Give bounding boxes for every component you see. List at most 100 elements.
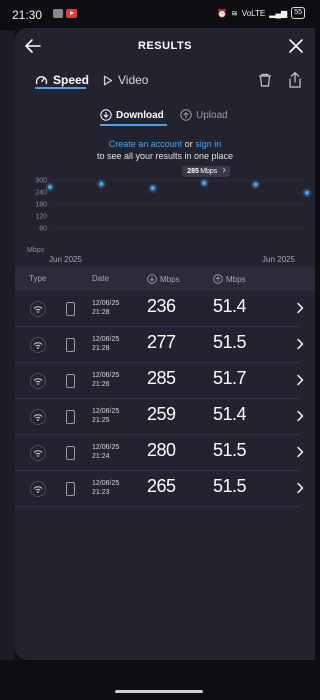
tab-bar: Speed Video: [15, 68, 315, 96]
wifi-icon: [30, 337, 46, 353]
background-app-edge: [0, 30, 15, 660]
row-time: 21:26: [92, 381, 110, 388]
row-time: 21:28: [92, 309, 110, 316]
row-upload-value: 51.4: [213, 404, 247, 424]
row-datetime: 12/06/25 21:25: [92, 407, 119, 425]
table-row[interactable]: 12/06/25 21:25 259 51.4: [15, 399, 304, 435]
column-download: Mbps: [147, 274, 180, 284]
upload-icon: [213, 274, 223, 284]
tab-video[interactable]: Video: [103, 68, 148, 92]
share-icon[interactable]: [287, 71, 303, 89]
table-row[interactable]: 12/06/25 21:23 265 51.5: [15, 471, 304, 507]
battery-icon: 55: [291, 7, 305, 19]
row-date: 12/06/25: [92, 444, 120, 451]
close-icon[interactable]: [287, 37, 305, 55]
download-icon: [147, 274, 157, 284]
chevron-right-icon[interactable]: [296, 302, 304, 314]
x-tick-label: Jun 2025: [49, 255, 82, 264]
signal-icon: ▂▄▆: [269, 8, 288, 18]
row-download-value: 285: [147, 368, 176, 388]
phone-icon: [66, 338, 75, 352]
row-upload-value: 51.5: [213, 476, 247, 496]
header: RESULTS: [15, 28, 315, 64]
subtab-download-label: Download: [116, 109, 164, 121]
subtab-upload[interactable]: Upload: [180, 106, 228, 124]
phone-icon: [66, 410, 75, 424]
row-date: 12/06/25: [92, 372, 120, 379]
x-tick-label: Jun 2025: [262, 255, 295, 264]
subtab-download-indicator: [100, 124, 167, 126]
account-prompt: Create an account or sign in to see all …: [15, 138, 315, 162]
tab-video-label: Video: [118, 73, 149, 87]
chevron-right-icon[interactable]: [296, 374, 304, 386]
phone-icon: [66, 446, 75, 460]
table-header: Type Date Mbps Mbps: [15, 267, 315, 291]
account-or-text: or: [182, 139, 196, 149]
wifi-icon: [30, 445, 46, 461]
y-tick-label: 300: [35, 178, 47, 185]
wifi-icon: [30, 373, 46, 389]
wifi-icon: [30, 481, 46, 497]
column-upload: Mbps: [213, 274, 246, 284]
chevron-right-icon[interactable]: [296, 410, 304, 422]
chevron-right-icon[interactable]: [296, 482, 304, 494]
row-date: 12/06/25: [92, 480, 120, 487]
data-point[interactable]: [150, 186, 155, 191]
row-upload-value: 51.5: [213, 440, 247, 460]
results-table: 12/06/25 21:28 236 51.4 12/06/25 21:28 277 51.5…: [15, 291, 315, 507]
row-date: 12/06/25: [92, 408, 120, 415]
wifi-status-icon: ≋: [231, 8, 238, 18]
create-account-link[interactable]: Create an account: [109, 139, 183, 149]
row-time: 21:25: [92, 417, 110, 424]
tooltip-unit: Mbps: [200, 168, 218, 175]
data-point[interactable]: [202, 180, 207, 186]
column-upload-label: Mbps: [226, 274, 246, 284]
column-download-label: Mbps: [160, 274, 180, 284]
tooltip-value: 285: [187, 168, 199, 175]
row-download-value: 265: [147, 476, 176, 496]
data-point[interactable]: [99, 181, 104, 187]
network-type: VoLTE: [241, 8, 266, 18]
row-time: 21:23: [92, 489, 110, 496]
notification-icon: [53, 9, 63, 18]
status-time: 21:30: [12, 8, 43, 22]
y-unit-label: Mbps: [27, 247, 45, 254]
row-download-value: 236: [147, 296, 176, 316]
y-tick-label: 120: [35, 214, 47, 221]
data-point[interactable]: [253, 182, 258, 187]
chevron-right-icon[interactable]: [296, 338, 304, 350]
status-indicators: ⏰ ≋ VoLTE ▂▄▆ 55: [217, 7, 305, 19]
row-date: 12/06/25: [92, 336, 120, 343]
table-row[interactable]: 12/06/25 21:28 277 51.5: [15, 327, 304, 363]
y-tick-label: 60: [39, 226, 47, 233]
table-row[interactable]: 12/06/25 21:24 280 51.5: [15, 435, 304, 471]
trash-icon[interactable]: [257, 72, 273, 88]
y-tick-label: 240: [35, 190, 47, 197]
wifi-icon: [30, 409, 46, 425]
row-datetime: 12/06/25 21:26: [92, 371, 119, 389]
sign-in-link[interactable]: sign in: [195, 139, 221, 149]
chevron-right-icon[interactable]: [296, 446, 304, 458]
status-bar: 21:30 ⏰ ≋ VoLTE ▂▄▆ 55: [0, 0, 315, 28]
play-icon: [103, 75, 113, 85]
data-point[interactable]: [47, 184, 53, 190]
page-title: RESULTS: [137, 40, 193, 52]
row-date: 12/06/25: [92, 300, 120, 307]
row-time: 21:28: [92, 345, 110, 352]
speedometer-icon: [35, 75, 48, 84]
row-datetime: 12/06/25 21:24: [92, 443, 119, 461]
tab-speed-label: Speed: [53, 73, 90, 87]
row-download-value: 280: [147, 440, 176, 460]
subtab-download[interactable]: Download: [100, 106, 164, 124]
upload-icon: [180, 109, 192, 121]
row-download-value: 277: [147, 332, 176, 352]
row-datetime: 12/06/25 21:28: [92, 335, 119, 353]
phone-icon: [66, 374, 75, 388]
row-upload-value: 51.7: [213, 368, 247, 388]
data-point[interactable]: [304, 190, 310, 195]
column-type: Type: [29, 274, 47, 283]
table-row[interactable]: 12/06/25 21:28 236 51.4: [15, 291, 304, 327]
download-icon: [100, 109, 112, 121]
row-datetime: 12/06/25 21:28: [92, 299, 119, 317]
table-row[interactable]: 12/06/25 21:26 285 51.7: [15, 363, 304, 399]
